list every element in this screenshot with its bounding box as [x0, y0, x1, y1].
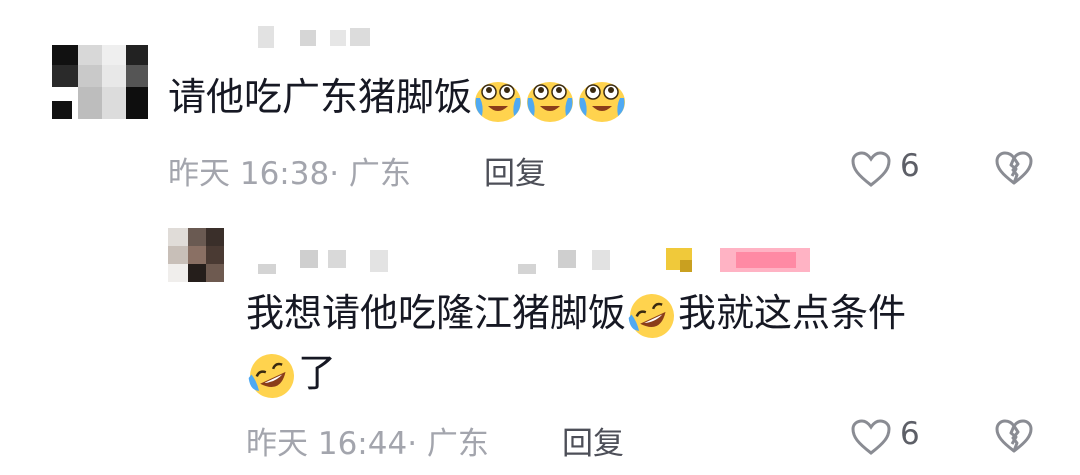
heart-outline-icon: [851, 151, 891, 187]
reply-text: 我想请他吃隆江猪脚饭 我就这点条件: [246, 284, 906, 342]
heart-outline-icon: [851, 419, 891, 455]
reply-time: 昨天 16:44: [246, 426, 408, 462]
reply-text-second-line: 了: [246, 344, 336, 402]
reply-text-line2: 了: [298, 351, 337, 395]
crying-laugh-emoji: [526, 76, 574, 124]
reply-like-count: 6: [900, 416, 920, 452]
reply-reply-button[interactable]: 回复: [562, 418, 624, 463]
reply-dislike-button[interactable]: [994, 418, 1034, 456]
crying-laugh-emoji: [578, 76, 626, 124]
reply-text-line1b: 我就这点条件: [678, 291, 907, 335]
like-button[interactable]: 6: [850, 148, 930, 192]
crying-laugh-emoji: [474, 76, 522, 124]
comment-text-content: 请他吃广东猪脚饭: [168, 75, 473, 119]
reply-like-button[interactable]: 6: [850, 416, 930, 460]
reply-avatar[interactable]: [168, 228, 224, 282]
reply-text-line1: 我想请他吃隆江猪脚饭: [246, 291, 627, 335]
dislike-button[interactable]: [994, 150, 1034, 188]
reply-meta: 昨天 16:44· 广东: [246, 418, 489, 463]
like-count: 6: [900, 148, 920, 184]
comment-time: 昨天 16:38: [168, 156, 330, 192]
rolling-laugh-emoji: [628, 292, 676, 340]
rolling-laugh-emoji: [248, 352, 296, 400]
broken-heart-icon: [995, 151, 1033, 185]
comment-location: · 广东: [329, 156, 411, 192]
comment-text: 请他吃广东猪脚饭: [168, 68, 628, 126]
avatar[interactable]: [52, 45, 148, 119]
comment-meta: 昨天 16:38· 广东: [168, 148, 411, 193]
broken-heart-icon: [995, 419, 1033, 453]
reply-username[interactable]: [258, 246, 818, 276]
username[interactable]: [258, 26, 370, 48]
reply-button[interactable]: 回复: [484, 148, 546, 193]
reply-location: · 广东: [407, 426, 489, 462]
